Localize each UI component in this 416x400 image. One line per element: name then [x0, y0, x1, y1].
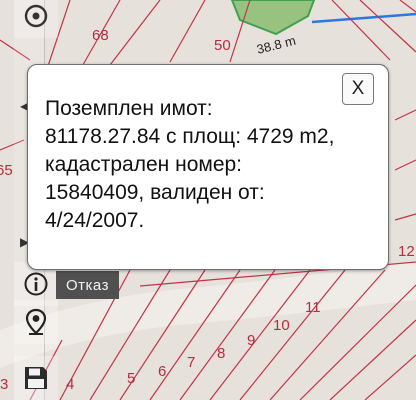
info-icon [24, 272, 48, 296]
parcel-number: 4 [66, 376, 75, 393]
info-line: 4/24/2007. [45, 209, 145, 232]
marker-button[interactable] [14, 300, 58, 344]
parcel-number: 11 [305, 299, 321, 316]
map-marker-icon [25, 308, 47, 335]
parcel-info-popup: X Поземплен имот: 81178.27.84 с площ: 47… [27, 64, 389, 270]
info-line: кадастрален номер: [45, 153, 243, 176]
parcel-number: 7 [187, 354, 196, 371]
parcel-number: 65 [0, 162, 13, 179]
parcel-info-text: Поземплен имот: 81178.27.84 с площ: 4729… [45, 95, 381, 235]
gps-locate-icon [24, 4, 48, 28]
parcel-number: 9 [247, 332, 256, 349]
parcel-number: 3 [0, 376, 9, 393]
parcel-number: 50 [214, 37, 231, 54]
info-line: 81178.27.84 с площ: 4729 m2, [45, 125, 335, 148]
parcel-number: 10 [273, 317, 290, 334]
save-floppy-icon [25, 367, 47, 389]
locate-button[interactable] [14, 0, 58, 38]
parcel-number: 6 [158, 363, 167, 380]
parcel-number: 68 [92, 27, 109, 44]
save-button[interactable] [14, 356, 58, 400]
info-line: 15840409, валиден от: [45, 181, 265, 204]
parcel-number: 12 [398, 243, 415, 260]
info-line: Поземплен имот: [45, 97, 213, 120]
parcel-number: 8 [217, 345, 226, 362]
cancel-button[interactable]: Отказ [56, 271, 119, 299]
parcel-number: 5 [127, 370, 136, 387]
